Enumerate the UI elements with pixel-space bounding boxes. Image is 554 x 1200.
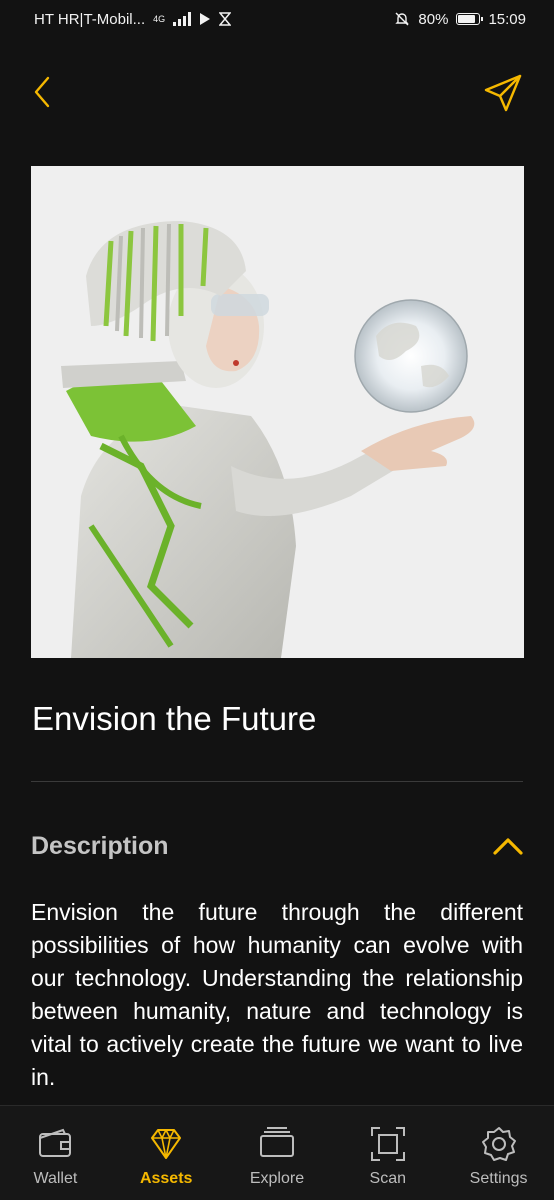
battery-percent: 80% [418,10,449,28]
scan-icon [370,1127,405,1161]
battery-icon [456,13,484,25]
tab-explore-label: Explore [249,1170,305,1187]
back-chevron-icon[interactable] [26,72,62,112]
tab-wallet-label: Wallet [33,1170,78,1187]
description-label: Description [31,831,169,860]
network-type: 4G [153,13,166,24]
cyborg-globe-illustration [31,166,524,658]
play-icon [200,13,211,25]
mute-bell-icon [395,12,410,26]
top-navigation [0,64,554,120]
tab-assets[interactable]: Assets [111,1106,221,1188]
status-left: HT HR|T-Mobil... 4G [34,10,232,28]
carrier-label: HT HR|T-Mobil... [34,10,146,28]
description-text: Envision the future through the differen… [31,899,523,1090]
signal-icon [173,12,192,26]
diamond-icon [151,1129,182,1159]
tab-assets-label: Assets [139,1170,193,1187]
tab-settings[interactable]: Settings [444,1106,554,1188]
tab-scan[interactable]: Scan [333,1106,443,1188]
gear-icon [481,1127,516,1161]
wallet-icon [39,1128,72,1157]
status-bar: HT HR|T-Mobil... 4G 80% 15:09 [0,0,554,38]
stack-icon [259,1127,294,1157]
tab-scan-label: Scan [369,1170,407,1187]
tab-wallet[interactable]: Wallet [0,1106,110,1188]
status-right: 80% 15:09 [394,11,526,28]
tab-settings-label: Settings [469,1170,528,1187]
bottom-tab-bar: Wallet Assets Explore Scan Settings [0,1105,554,1200]
send-icon[interactable] [482,72,524,114]
chevron-up-icon[interactable] [491,835,525,857]
nft-title: Envision the Future [32,700,317,737]
description-toggle[interactable]: Description [31,826,525,866]
tab-explore[interactable]: Explore [222,1106,332,1188]
divider [31,781,523,782]
hourglass-icon [219,12,232,26]
clock: 15:09 [488,10,526,28]
nft-artwork-image[interactable] [31,166,524,658]
